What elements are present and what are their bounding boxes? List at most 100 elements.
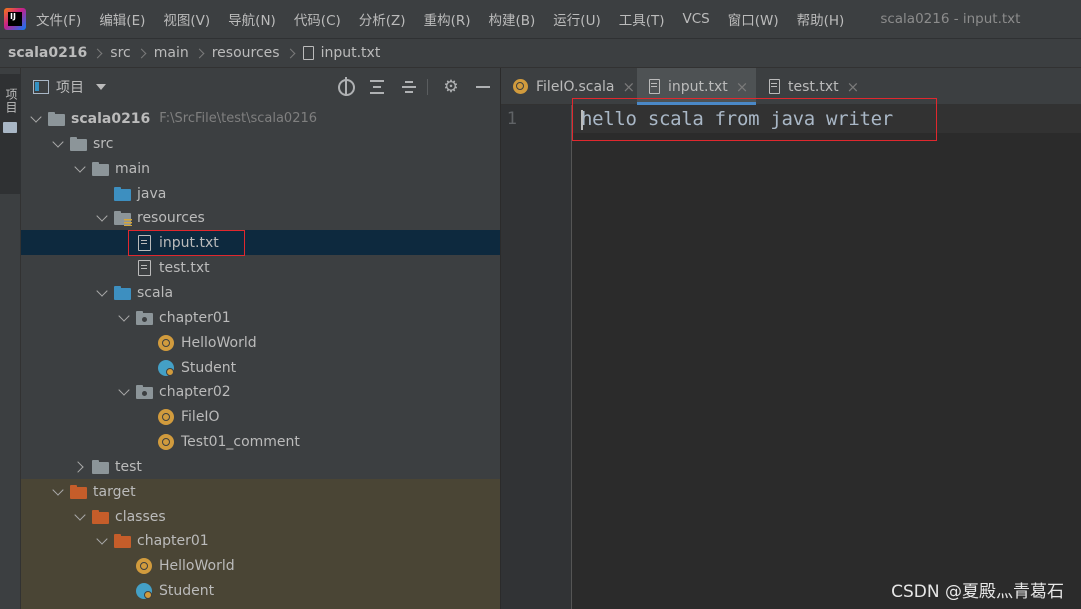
chevron-down-icon[interactable] xyxy=(96,287,108,299)
project-tool-tab[interactable]: 项目 xyxy=(0,74,21,194)
chevron-down-icon[interactable] xyxy=(74,511,86,523)
intellij-logo-icon[interactable]: IJ xyxy=(4,8,26,30)
tree-node-label: test xyxy=(115,458,142,475)
folder-icon xyxy=(70,136,87,152)
editor: FileIO.scala × input.txt × test.txt × 1 … xyxy=(501,68,1081,609)
tree-node[interactable]: resources xyxy=(21,205,500,230)
chevron-down-icon[interactable] xyxy=(118,386,130,398)
tree-node-label: HelloWorld xyxy=(159,557,235,574)
breadcrumb-project[interactable]: scala0216 xyxy=(8,45,87,61)
tree-node[interactable]: scala0216 F:\SrcFile\test\scala0216 xyxy=(21,106,500,131)
tree-node[interactable]: input.txt xyxy=(21,230,500,255)
gear-icon[interactable]: ⚙ xyxy=(442,78,460,96)
menu-build[interactable]: 构建(B) xyxy=(489,9,536,29)
menu-file[interactable]: 文件(F) xyxy=(36,9,81,29)
tree-node[interactable]: test xyxy=(21,454,500,479)
menu-view[interactable]: 视图(V) xyxy=(163,9,210,29)
close-icon[interactable]: × xyxy=(847,78,860,96)
tree-node-label: HelloWorld xyxy=(181,334,257,351)
folder-icon xyxy=(3,122,17,133)
package-icon xyxy=(136,310,153,326)
chevron-down-icon[interactable] xyxy=(74,163,86,175)
tree-node-label: target xyxy=(93,483,136,500)
scala-class-icon xyxy=(158,359,174,376)
menu-tools[interactable]: 工具(T) xyxy=(619,9,665,29)
menu-code[interactable]: 代码(C) xyxy=(294,9,341,29)
package-marker xyxy=(142,390,147,396)
menu-window[interactable]: 窗口(W) xyxy=(728,9,779,29)
scala-object-icon xyxy=(136,557,152,574)
tree-node[interactable]: src xyxy=(21,131,500,156)
source-folder-icon xyxy=(114,285,131,301)
scala-class-icon xyxy=(136,582,152,599)
tree-node[interactable]: Student xyxy=(21,578,500,603)
tree-node[interactable]: HelloWorld xyxy=(21,553,500,578)
menu-vcs[interactable]: VCS xyxy=(683,11,710,27)
text-file-icon xyxy=(769,79,780,94)
tree-node[interactable]: Test01_comment xyxy=(21,429,500,454)
tree-node[interactable]: FileIO xyxy=(21,404,500,429)
tree-node[interactable]: target xyxy=(21,479,500,504)
tree-node[interactable]: scala xyxy=(21,280,500,305)
module-folder-icon xyxy=(48,111,65,127)
tree-node[interactable]: chapter02 xyxy=(21,379,500,404)
menu-refactor[interactable]: 重构(R) xyxy=(424,9,471,29)
chevron-down-icon[interactable] xyxy=(52,138,64,150)
project-panel-title[interactable]: 项目 xyxy=(56,77,84,97)
close-icon[interactable]: × xyxy=(736,78,749,96)
tree-node[interactable]: chapter01 xyxy=(21,528,500,553)
menu-analyze[interactable]: 分析(Z) xyxy=(359,9,406,29)
tree-node-label: scala0216 xyxy=(71,110,151,127)
excluded-folder-icon xyxy=(114,533,131,549)
expand-all-icon[interactable] xyxy=(368,78,386,96)
chevron-right-icon xyxy=(92,48,103,58)
chevron-down-icon[interactable] xyxy=(96,84,106,90)
chevron-down-icon[interactable] xyxy=(96,212,108,224)
tree-node-label: chapter01 xyxy=(137,532,209,549)
text-file-icon xyxy=(649,79,660,94)
scala-object-icon xyxy=(513,79,528,94)
code-area[interactable]: hello scala from java writer xyxy=(573,105,1081,609)
breadcrumb-src[interactable]: src xyxy=(110,45,130,61)
text-file-icon xyxy=(138,234,151,251)
tree-node[interactable]: test.txt xyxy=(21,255,500,280)
tree-node-label: main xyxy=(115,160,150,177)
line-number-gutter: 1 xyxy=(501,105,572,609)
close-icon[interactable]: × xyxy=(623,78,636,96)
collapse-all-icon[interactable] xyxy=(400,78,418,96)
chevron-down-icon[interactable] xyxy=(30,113,42,125)
header-divider xyxy=(427,79,428,95)
menu-navigate[interactable]: 导航(N) xyxy=(228,9,276,29)
tab-label: test.txt xyxy=(788,78,839,95)
chevron-right-icon[interactable] xyxy=(74,461,86,473)
chevron-right-icon xyxy=(285,48,296,58)
minimize-icon[interactable] xyxy=(474,78,492,96)
scala-object-icon xyxy=(158,334,174,351)
tree-node[interactable]: Student xyxy=(21,355,500,380)
chevron-down-icon[interactable] xyxy=(52,486,64,498)
chevron-down-icon[interactable] xyxy=(96,535,108,547)
menu-help[interactable]: 帮助(H) xyxy=(797,9,845,29)
tree-node[interactable]: java xyxy=(21,181,500,206)
folder-icon xyxy=(92,161,109,177)
breadcrumb: scala0216 src main resources input.txt xyxy=(0,38,1081,68)
menu-bar: IJ 文件(F) 编辑(E) 视图(V) 导航(N) 代码(C) 分析(Z) 重… xyxy=(0,0,1081,38)
breadcrumb-resources[interactable]: resources xyxy=(212,45,280,61)
tree-node[interactable]: classes xyxy=(21,504,500,529)
tree-node-label: classes xyxy=(115,508,166,525)
tree-node[interactable]: chapter01 xyxy=(21,305,500,330)
locate-icon[interactable] xyxy=(337,77,355,96)
menu-edit[interactable]: 编辑(E) xyxy=(99,9,145,29)
tree-node-label: scala xyxy=(137,284,174,301)
breadcrumb-main[interactable]: main xyxy=(154,45,189,61)
project-panel-header: 项目 ⚙ xyxy=(21,68,500,106)
breadcrumb-file[interactable]: input.txt xyxy=(321,45,381,61)
project-tool-label: 项目 xyxy=(4,88,18,114)
excluded-folder-icon xyxy=(92,509,109,525)
tree-node[interactable]: main xyxy=(21,156,500,181)
menu-run[interactable]: 运行(U) xyxy=(553,9,600,29)
tree-node-label: java xyxy=(137,185,167,202)
chevron-down-icon[interactable] xyxy=(118,312,130,324)
tree-node[interactable]: HelloWorld xyxy=(21,330,500,355)
package-marker xyxy=(142,316,147,322)
